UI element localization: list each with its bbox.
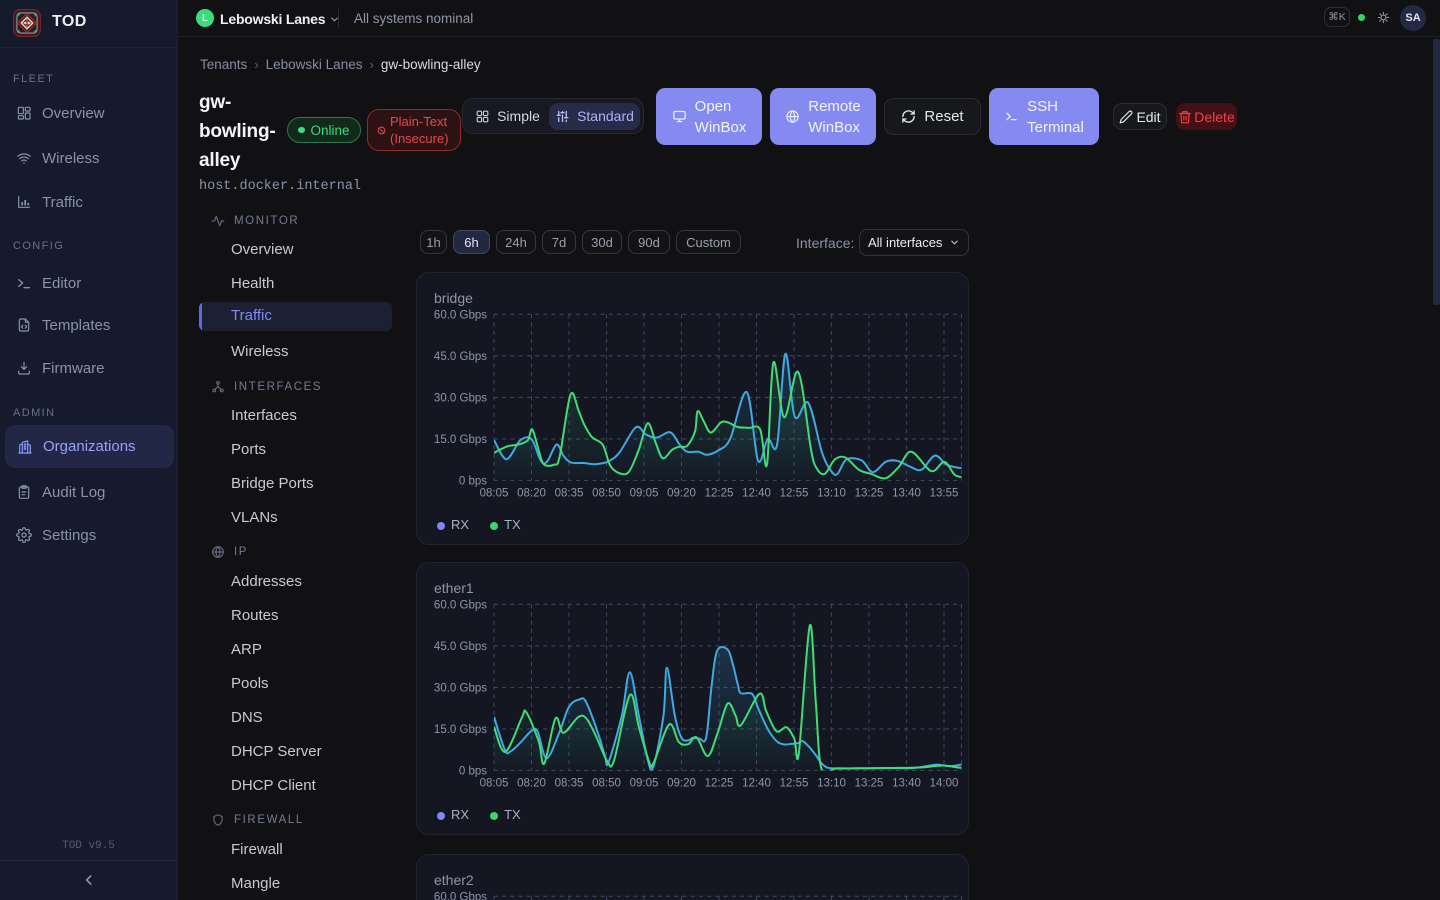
svg-text:08:50: 08:50 <box>592 778 621 790</box>
svg-text:13:40: 13:40 <box>892 488 921 500</box>
svg-text:08:35: 08:35 <box>555 488 584 500</box>
svg-text:12:40: 12:40 <box>742 778 771 790</box>
svg-text:12:40: 12:40 <box>742 488 771 500</box>
svg-text:0 bps: 0 bps <box>459 766 487 778</box>
svg-text:13:25: 13:25 <box>855 488 884 500</box>
svg-text:60.0 Gbps: 60.0 Gbps <box>434 599 487 611</box>
svg-text:09:05: 09:05 <box>630 488 659 500</box>
svg-text:60.0 Gbps: 60.0 Gbps <box>434 891 487 900</box>
svg-text:09:20: 09:20 <box>667 778 696 790</box>
svg-text:13:25: 13:25 <box>855 778 884 790</box>
svg-text:45.0 Gbps: 45.0 Gbps <box>434 351 487 363</box>
svg-text:08:20: 08:20 <box>517 778 546 790</box>
svg-text:09:05: 09:05 <box>630 778 659 790</box>
svg-text:09:20: 09:20 <box>667 488 696 500</box>
svg-text:08:35: 08:35 <box>555 778 584 790</box>
svg-text:14:00: 14:00 <box>930 778 959 790</box>
svg-text:12:55: 12:55 <box>780 488 809 500</box>
svg-text:13:10: 13:10 <box>817 488 846 500</box>
svg-text:08:05: 08:05 <box>480 778 509 790</box>
svg-text:13:55: 13:55 <box>930 488 959 500</box>
svg-text:45.0 Gbps: 45.0 Gbps <box>434 641 487 653</box>
svg-text:12:55: 12:55 <box>780 778 809 790</box>
svg-text:0 bps: 0 bps <box>459 476 487 488</box>
svg-text:30.0 Gbps: 30.0 Gbps <box>434 392 487 404</box>
svg-text:15.0 Gbps: 15.0 Gbps <box>434 434 487 446</box>
svg-text:60.0 Gbps: 60.0 Gbps <box>434 309 487 321</box>
svg-text:30.0 Gbps: 30.0 Gbps <box>434 682 487 694</box>
svg-text:08:05: 08:05 <box>480 488 509 500</box>
svg-text:12:25: 12:25 <box>705 778 734 790</box>
svg-text:13:40: 13:40 <box>892 778 921 790</box>
svg-text:12:25: 12:25 <box>705 488 734 500</box>
svg-text:15.0 Gbps: 15.0 Gbps <box>434 724 487 736</box>
svg-text:08:20: 08:20 <box>517 488 546 500</box>
svg-text:13:10: 13:10 <box>817 778 846 790</box>
svg-text:08:50: 08:50 <box>592 488 621 500</box>
